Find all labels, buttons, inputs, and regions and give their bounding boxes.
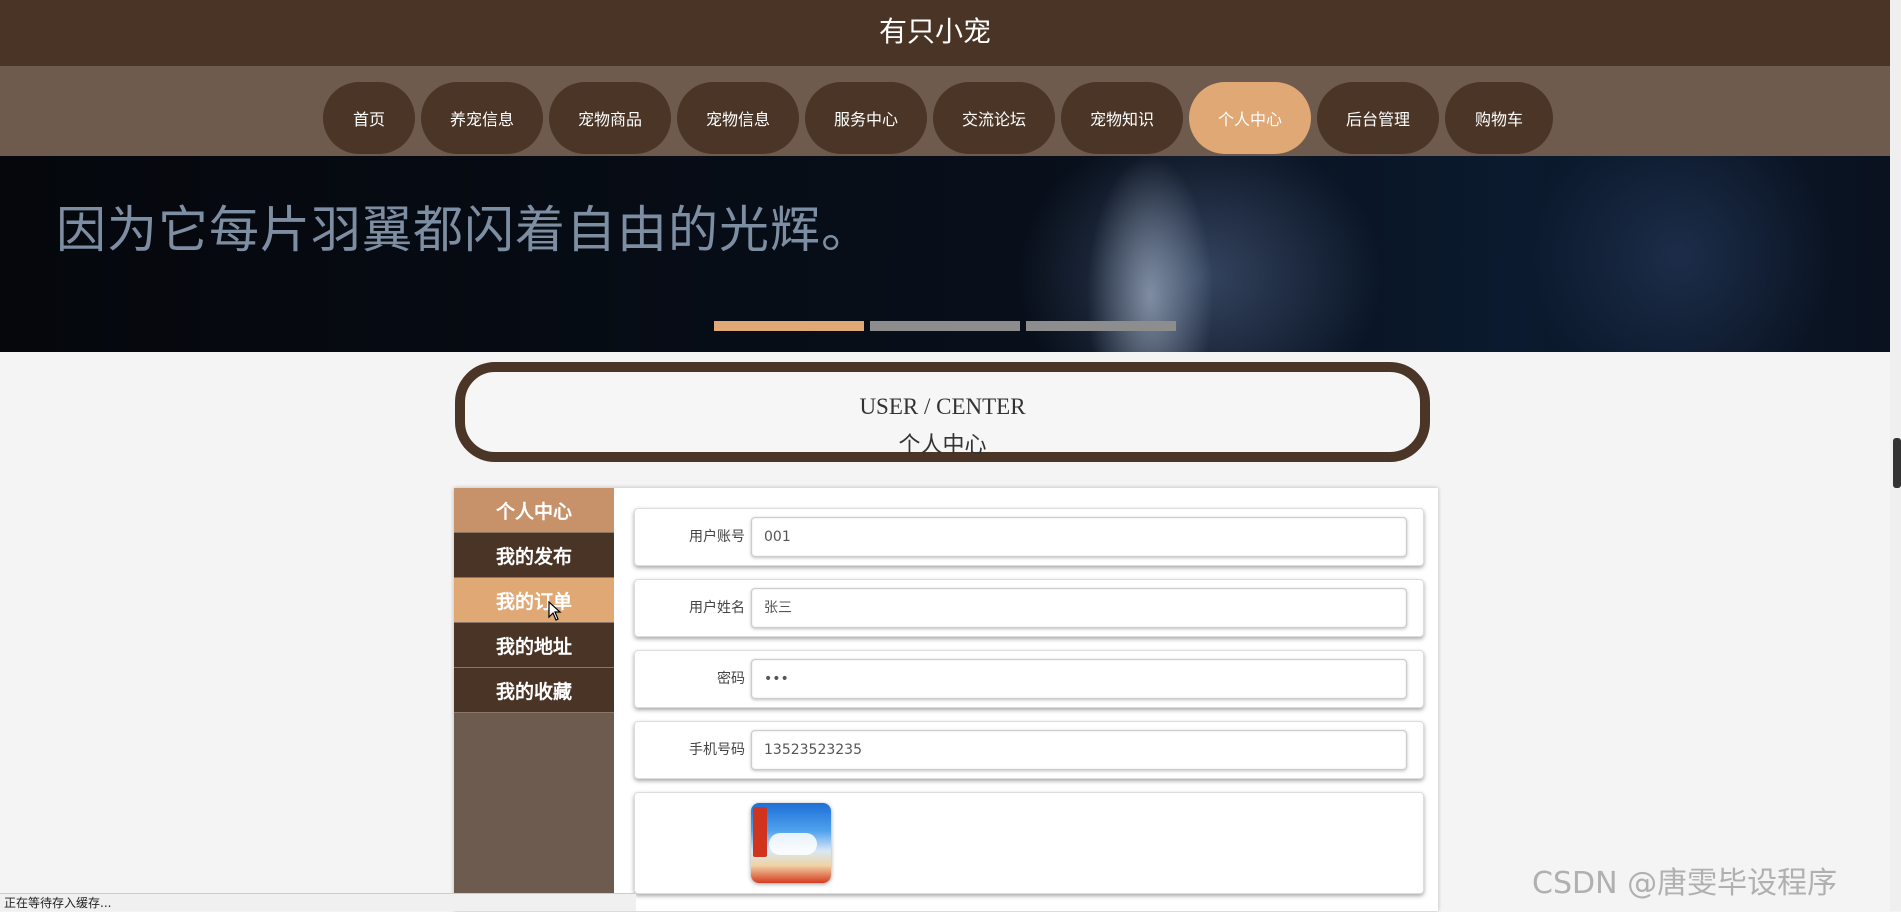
section-heading: USER / CENTER 个人中心: [455, 362, 1430, 462]
avatar-flag-shape: [753, 807, 767, 857]
nav-item-pet-care-info[interactable]: 养宠信息: [421, 82, 543, 154]
name-label: 用户姓名: [689, 600, 745, 616]
account-label: 用户账号: [689, 529, 745, 545]
name-field[interactable]: 张三: [751, 588, 1407, 628]
phone-field[interactable]: 13523523235: [751, 730, 1407, 770]
section-title-en: USER / CENTER: [859, 394, 1026, 419]
main-nav: 首页 养宠信息 宠物商品 宠物信息 服务中心 交流论坛 宠物知识 个人中心 后台…: [0, 66, 1901, 156]
carousel-indicators: [714, 321, 1176, 331]
carousel-dot-2[interactable]: [870, 321, 1020, 331]
sidebar-item-my-favorites[interactable]: 我的收藏: [454, 668, 614, 713]
nav-item-cart[interactable]: 购物车: [1445, 82, 1553, 154]
carousel-dot-1[interactable]: [714, 321, 864, 331]
sidebar-item-my-orders[interactable]: 我的订单: [454, 578, 614, 623]
sidebar-item-user-center[interactable]: 个人中心: [454, 488, 614, 533]
user-center-panel: 个人中心 我的发布 我的订单 我的地址 我的收藏 用户账号 001 用户姓名 张…: [454, 488, 1438, 911]
sidebar-item-my-posts[interactable]: 我的发布: [454, 533, 614, 578]
sidebar-item-my-address[interactable]: 我的地址: [454, 623, 614, 668]
form-row-account: 用户账号 001: [634, 508, 1424, 566]
banner-carousel[interactable]: 因为它每片羽翼都闪着自由的光辉。: [0, 156, 1890, 352]
phone-label: 手机号码: [689, 742, 745, 758]
watermark: CSDN @唐雯毕设程序: [1532, 866, 1838, 901]
account-field[interactable]: 001: [751, 517, 1407, 557]
scrollbar-thumb[interactable]: [1893, 438, 1901, 488]
carousel-dot-3[interactable]: [1026, 321, 1176, 331]
avatar-cloud-shape: [769, 833, 817, 855]
nav-item-pet-products[interactable]: 宠物商品: [549, 82, 671, 154]
form-row-avatar: [634, 792, 1424, 894]
nav-item-service-center[interactable]: 服务中心: [805, 82, 927, 154]
nav-item-pet-info[interactable]: 宠物信息: [677, 82, 799, 154]
avatar-image[interactable]: [751, 803, 831, 883]
nav-item-forum[interactable]: 交流论坛: [933, 82, 1055, 154]
nav-item-user-center[interactable]: 个人中心: [1189, 82, 1311, 154]
browser-status-bar: 正在等待存入缓存...: [0, 893, 636, 911]
nav-item-pet-knowledge[interactable]: 宠物知识: [1061, 82, 1183, 154]
nav-item-admin[interactable]: 后台管理: [1317, 82, 1439, 154]
banner-text: 因为它每片羽翼都闪着自由的光辉。: [56, 201, 872, 259]
user-sidebar: 个人中心 我的发布 我的订单 我的地址 我的收藏: [454, 488, 614, 911]
site-title: 有只小宠: [878, 15, 991, 48]
section-title-cn: 个人中心: [898, 432, 987, 457]
form-row-phone: 手机号码 13523523235: [634, 721, 1424, 779]
form-row-password: 密码 •••: [634, 650, 1424, 708]
top-header: 有只小宠: [0, 0, 1901, 66]
password-label: 密码: [717, 671, 745, 687]
nav-item-home[interactable]: 首页: [323, 82, 415, 154]
profile-form: 用户账号 001 用户姓名 张三 密码 ••• 手机号码 13523523235: [634, 508, 1424, 907]
form-row-name: 用户姓名 张三: [634, 579, 1424, 637]
password-field[interactable]: •••: [751, 659, 1407, 699]
